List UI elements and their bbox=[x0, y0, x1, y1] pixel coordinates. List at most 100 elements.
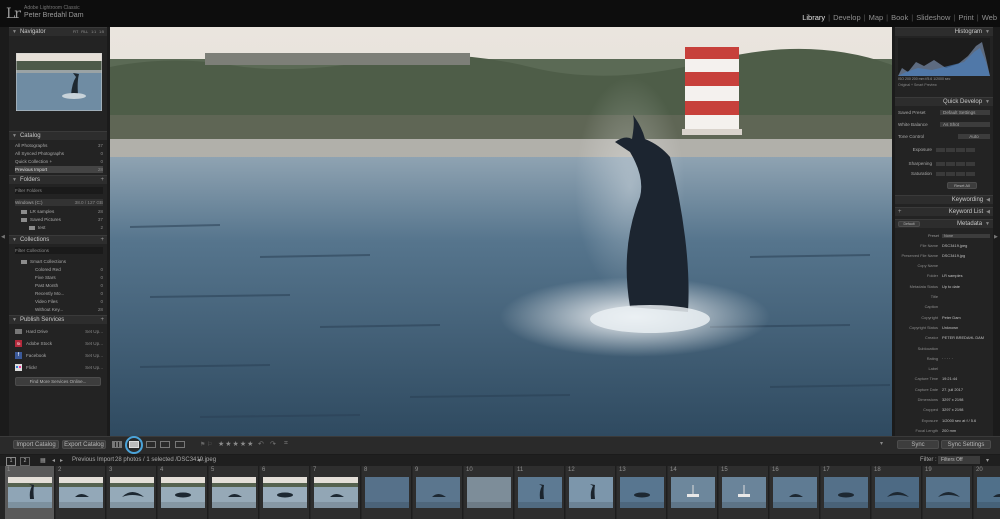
collections-header[interactable]: ▼ Collections + bbox=[9, 235, 107, 244]
metadata-row[interactable]: Cropped 3297 x 2198 bbox=[898, 406, 990, 414]
filmstrip-thumbnail[interactable]: 18 bbox=[872, 466, 922, 519]
filmstrip-thumbnail[interactable]: 7 bbox=[311, 466, 361, 519]
toolbar-menu-chevron-icon[interactable]: ▾ bbox=[880, 440, 883, 447]
catalog-item-all-synced[interactable]: All Synced Photographs 0 bbox=[15, 150, 103, 157]
metadata-row[interactable]: Folder LR samples bbox=[898, 272, 990, 280]
filmstrip-thumbnail[interactable]: 6 bbox=[260, 466, 310, 519]
filmstrip-thumbnail[interactable]: 11 bbox=[515, 466, 565, 519]
tone-control-row[interactable]: Tone Control Auto bbox=[898, 133, 990, 140]
zoom-1-1[interactable]: 1:1 bbox=[91, 30, 96, 34]
qd-value[interactable]: As Shot bbox=[940, 122, 990, 127]
publish-facebook[interactable]: f Facebook Set Up... bbox=[15, 351, 103, 360]
metadata-preset-dropdown[interactable]: Default bbox=[898, 221, 920, 227]
module-library[interactable]: Library bbox=[799, 13, 828, 22]
loupe-view[interactable] bbox=[110, 27, 892, 436]
grid-view-icon[interactable] bbox=[112, 441, 122, 448]
left-panel-toggle-icon[interactable]: ◀ bbox=[1, 234, 5, 240]
loupe-view-icon[interactable] bbox=[129, 441, 139, 448]
filmstrip-thumbnail[interactable]: 3 bbox=[107, 466, 157, 519]
collection-past-month[interactable]: Past Month 0 bbox=[15, 282, 103, 289]
publish-hard-drive[interactable]: Hard Drive Set Up... bbox=[15, 327, 103, 336]
metadata-row[interactable]: Copyright Status Unknown bbox=[898, 323, 990, 331]
metadata-header[interactable]: Default Metadata ▼ bbox=[895, 219, 993, 228]
module-book[interactable]: Book bbox=[888, 13, 911, 22]
publish-setup[interactable]: Set Up... bbox=[85, 329, 103, 334]
publish-flickr[interactable]: Flickr Set Up... bbox=[15, 363, 103, 372]
metadata-value[interactable]: 27. juli 2017 bbox=[942, 387, 990, 392]
filmstrip-thumbnail[interactable]: 17 bbox=[821, 466, 871, 519]
zoom-fit[interactable]: FIT bbox=[73, 30, 78, 34]
saturation-steppers[interactable] bbox=[936, 171, 975, 176]
exposure-steppers[interactable] bbox=[936, 147, 975, 152]
grid-toggle-icon[interactable]: ▦ bbox=[40, 457, 46, 464]
filmstrip-toggle-icon[interactable]: ▾ bbox=[986, 457, 989, 464]
metadata-row[interactable]: Caption bbox=[898, 303, 990, 311]
filmstrip-thumbnail[interactable]: 5 bbox=[209, 466, 259, 519]
catalog-item-previous-import[interactable]: Previous Import 28 bbox=[15, 166, 103, 173]
window-2-button[interactable]: 2 bbox=[20, 457, 30, 466]
metadata-row[interactable]: File Name DSC3419.jpeg bbox=[898, 241, 990, 249]
metadata-value[interactable]: Unknown bbox=[942, 325, 990, 330]
sharpening-row[interactable]: Sharpening bbox=[898, 160, 990, 167]
filter-dropdown[interactable]: Filters Off bbox=[938, 456, 980, 464]
right-panel-toggle-icon[interactable]: ▶ bbox=[994, 234, 998, 240]
sync-settings-button[interactable]: Sync Settings bbox=[941, 440, 991, 449]
qd-value[interactable]: Auto bbox=[958, 134, 990, 139]
source-dropdown-icon[interactable]: ▾ bbox=[198, 457, 201, 464]
metadata-value[interactable]: DSC3419.jpeg bbox=[942, 243, 990, 248]
add-publish-icon[interactable]: + bbox=[100, 317, 104, 323]
add-keyword-icon[interactable]: + bbox=[898, 209, 902, 215]
exposure-row[interactable]: Exposure bbox=[898, 146, 990, 153]
metadata-value[interactable]: Peter Dam bbox=[942, 315, 990, 320]
metadata-row[interactable]: Metadata Status Up to date bbox=[898, 282, 990, 290]
metadata-row[interactable]: Copyright Peter Dam bbox=[898, 313, 990, 321]
filmstrip-thumbnail[interactable]: 4 bbox=[158, 466, 208, 519]
filmstrip-thumbnail[interactable]: 14 bbox=[668, 466, 718, 519]
star-rating[interactable]: ★★★★★ bbox=[218, 440, 254, 448]
filmstrip-thumbnail[interactable]: 19 bbox=[923, 466, 973, 519]
filmstrip-thumbnail[interactable]: 1 bbox=[5, 466, 55, 519]
qd-value[interactable]: Default Settings bbox=[940, 110, 990, 115]
collection-recently-modified[interactable]: Recently Mo... 0 bbox=[15, 290, 103, 297]
metadata-preset-value[interactable]: None bbox=[942, 233, 990, 238]
metadata-row[interactable]: Creator PETER BREDAHL DAM bbox=[898, 334, 990, 342]
filmstrip-thumbnail[interactable]: 13 bbox=[617, 466, 667, 519]
publish-services-header[interactable]: ▼ Publish Services + bbox=[9, 315, 107, 324]
crop-overlay-icon[interactable]: ⌗ bbox=[284, 440, 288, 448]
metadata-row[interactable]: Exposure 1/2000 sec at f / 5.6 bbox=[898, 416, 990, 424]
import-catalog-button[interactable]: Import Catalog bbox=[13, 440, 59, 449]
publish-adobe-stock[interactable]: St Adobe Stock Set Up... bbox=[15, 339, 103, 348]
navigator-header[interactable]: ▼ Navigator FIT FILL 1:1 1:5 bbox=[9, 27, 107, 36]
quick-develop-header[interactable]: Quick Develop ▼ bbox=[895, 97, 993, 106]
metadata-value[interactable]: DSC3419.jpg bbox=[942, 253, 990, 258]
sync-button[interactable]: Sync bbox=[897, 440, 939, 449]
volume-windows-c[interactable]: Windows (C:) 38.0 / 127 GB bbox=[15, 199, 103, 206]
module-web[interactable]: Web bbox=[979, 13, 1000, 22]
catalog-item-quick-collection[interactable]: Quick Collection + 0 bbox=[15, 158, 103, 165]
smart-collections-set[interactable]: Smart Collections bbox=[15, 258, 103, 265]
metadata-row[interactable]: Rating · · · · · bbox=[898, 354, 990, 362]
collections-filter-input[interactable]: Filter Collections bbox=[15, 247, 103, 254]
metadata-value[interactable]: PETER BREDAHL DAM bbox=[942, 335, 990, 340]
collection-colored-red[interactable]: Colored Red 0 bbox=[15, 266, 103, 273]
publish-setup[interactable]: Set Up... bbox=[85, 365, 103, 370]
saturation-row[interactable]: Saturation bbox=[898, 170, 990, 177]
add-folder-icon[interactable]: + bbox=[100, 177, 104, 183]
module-slideshow[interactable]: Slideshow bbox=[913, 13, 953, 22]
metadata-row[interactable]: Capture Date 27. juli 2017 bbox=[898, 385, 990, 393]
metadata-value[interactable]: 19:21:44 bbox=[942, 376, 990, 381]
saved-preset-row[interactable]: Saved Preset Default Settings bbox=[898, 109, 990, 116]
metadata-value[interactable]: Up to date bbox=[942, 284, 990, 289]
metadata-value[interactable]: 3297 x 2198 bbox=[942, 407, 990, 412]
collection-video-files[interactable]: Video Files 0 bbox=[15, 298, 103, 305]
flag-icon[interactable]: ⚑ ⚐ bbox=[200, 441, 212, 448]
histogram-graph[interactable] bbox=[898, 38, 990, 76]
metadata-row[interactable]: Title bbox=[898, 293, 990, 301]
forward-arrow-icon[interactable]: ▸ bbox=[60, 457, 63, 464]
find-more-services-button[interactable]: Find More Services Online... bbox=[15, 377, 101, 386]
keywording-header[interactable]: Keywording ◀ bbox=[895, 195, 993, 204]
collection-five-stars[interactable]: Five Stars 0 bbox=[15, 274, 103, 281]
module-map[interactable]: Map bbox=[866, 13, 887, 22]
zoom-fill[interactable]: FILL bbox=[81, 30, 88, 34]
metadata-value[interactable]: 3297 x 2198 bbox=[942, 397, 990, 402]
